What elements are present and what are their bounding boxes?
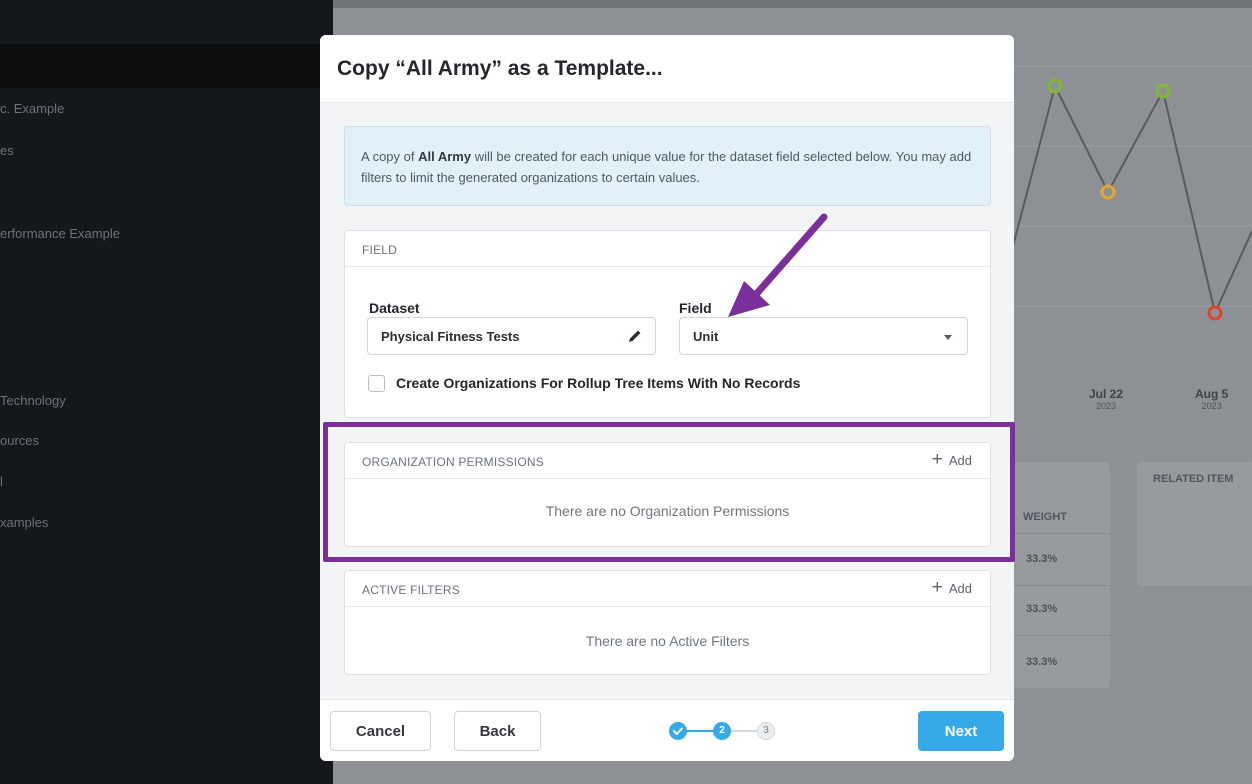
background-weights-panel (1013, 462, 1110, 688)
dataset-input[interactable]: Physical Fitness Tests (367, 317, 656, 355)
check-icon (673, 727, 683, 735)
pencil-icon[interactable] (627, 328, 643, 344)
info-text-prefix: A copy of (361, 149, 419, 164)
plus-icon: + (931, 577, 943, 598)
active-filters-header: ACTIVE FILTERS + Add (345, 571, 990, 607)
active-filters-empty-text: There are no Active Filters (585, 633, 750, 649)
step-upcoming: 3 (757, 722, 775, 740)
active-filters-section: ACTIVE FILTERS + Add There are no Active… (344, 570, 991, 675)
dialog-footer: Cancel Back 2 3 Next (320, 699, 1014, 761)
background-weight-header: WEIGHT (1023, 511, 1067, 523)
background-weight-value: 33.3% (1026, 656, 1058, 668)
background-nav-item: c. Example (0, 101, 65, 116)
background-top-strip (333, 0, 1252, 8)
divider (1013, 533, 1110, 534)
tick-year: 2023 (1201, 401, 1222, 411)
chart-marker (1100, 184, 1116, 200)
add-filter-button[interactable]: + Add (931, 577, 972, 598)
chart-marker (1047, 78, 1063, 94)
background-related-header: RELATED ITEM (1153, 473, 1234, 485)
chevron-down-icon (944, 335, 952, 340)
active-filters-title: ACTIVE FILTERS (362, 583, 460, 597)
chart-marker (1207, 305, 1223, 321)
rollup-checkbox[interactable] (368, 375, 385, 392)
next-button[interactable]: Next (918, 711, 1004, 751)
background-nav-item: ources (0, 433, 40, 448)
org-permissions-header: ORGANIZATION PERMISSIONS + Add (345, 443, 990, 479)
tick-label: Aug 5 (1195, 387, 1229, 401)
dataset-value: Physical Fitness Tests (381, 329, 520, 344)
field-section-title: FIELD (362, 243, 398, 257)
tick-year: 2023 (1096, 401, 1117, 411)
step-complete (669, 722, 687, 740)
background-nav-item: l (0, 474, 3, 489)
background-weight-value: 33.3% (1026, 603, 1058, 615)
field-section-header: FIELD (345, 231, 990, 267)
cancel-button[interactable]: Cancel (330, 711, 431, 751)
back-button[interactable]: Back (454, 711, 541, 751)
plus-icon: + (931, 449, 943, 470)
add-label: Add (948, 452, 972, 468)
info-callout: A copy of All Army will be created for e… (344, 126, 991, 206)
background-sidebar: c. Example es erformance Example Technol… (0, 0, 333, 784)
divider (1013, 635, 1110, 636)
background-line-chart (993, 65, 1252, 321)
chart-marker (1155, 83, 1171, 99)
background-topbar (0, 44, 333, 88)
dataset-label: Dataset (369, 300, 420, 316)
dialog-header: Copy “All Army” as a Template... (320, 35, 1014, 103)
copy-template-dialog: Copy “All Army” as a Template... A copy … (320, 35, 1014, 761)
background-chart-tick: Aug 5 2023 (1195, 387, 1228, 411)
field-select-value: Unit (693, 329, 719, 344)
organization-permissions-section: ORGANIZATION PERMISSIONS + Add There are… (344, 442, 991, 547)
rollup-checkbox-label[interactable]: Create Organizations For Rollup Tree Ite… (396, 375, 800, 391)
background-nav-item: xamples (0, 515, 49, 530)
background-nav-item: Technology (0, 393, 66, 408)
background-nav-item: es (0, 143, 14, 158)
dialog-title: Copy “All Army” as a Template... (337, 57, 663, 80)
add-org-permission-button[interactable]: + Add (931, 449, 972, 470)
divider (1013, 585, 1110, 586)
field-section: FIELD Dataset Physical Fitness Tests Fie… (344, 230, 991, 418)
background-nav-item: erformance Example (0, 226, 120, 241)
tick-label: Jul 22 (1089, 387, 1124, 401)
org-permissions-empty-text: There are no Organization Permissions (545, 503, 790, 519)
field-label: Field (679, 300, 712, 316)
org-permissions-title: ORGANIZATION PERMISSIONS (362, 455, 544, 469)
background-chart-tick: Jul 22 2023 (1089, 387, 1123, 411)
step-connector (685, 730, 713, 732)
info-text-bold: All Army (418, 149, 472, 164)
background-weight-value: 33.3% (1026, 553, 1058, 565)
add-label: Add (948, 580, 972, 596)
step-current: 2 (713, 722, 731, 740)
step-connector (729, 730, 757, 732)
field-select[interactable]: Unit (679, 317, 968, 355)
